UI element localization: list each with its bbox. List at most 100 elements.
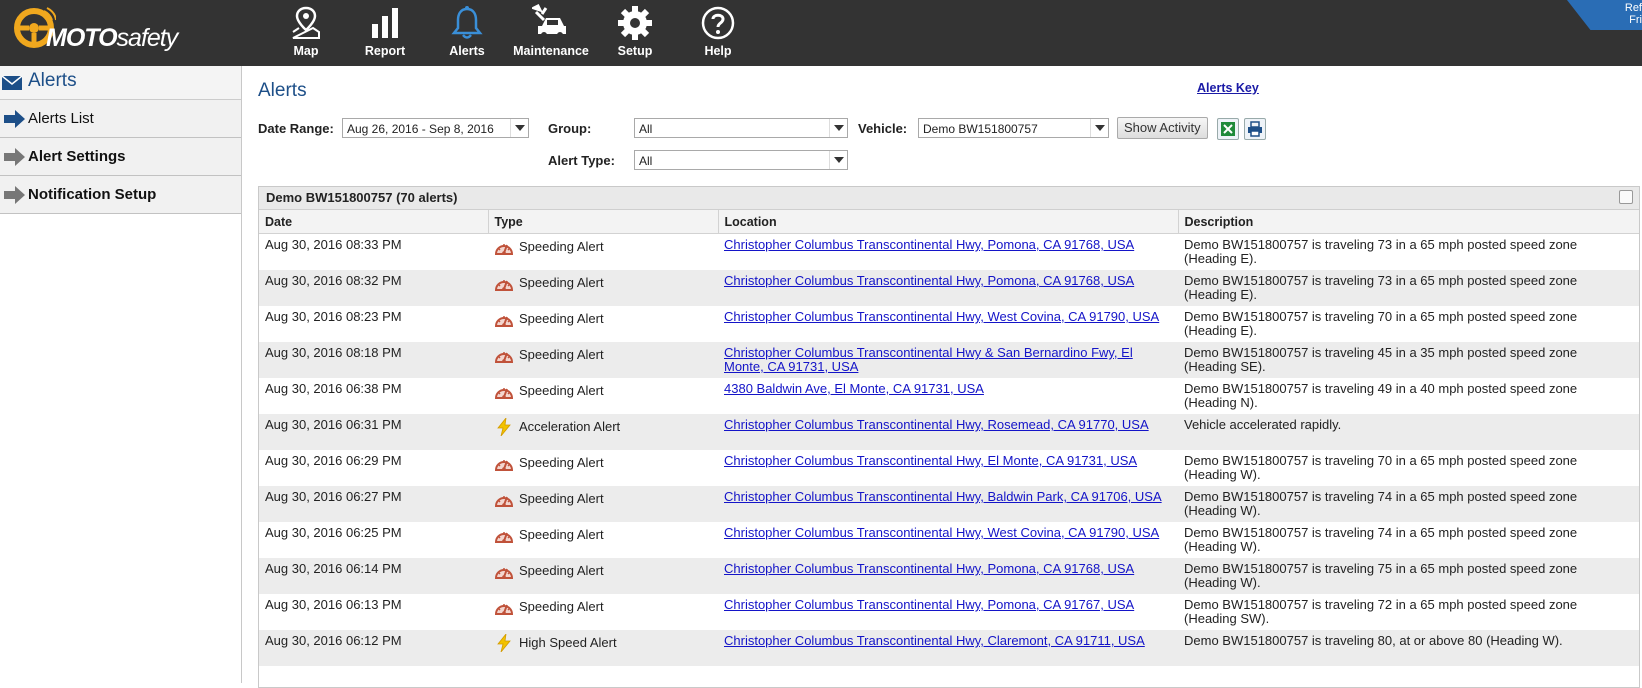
show-activity-button[interactable]: Show Activity (1117, 117, 1208, 139)
group-value: All (639, 122, 653, 136)
bell-icon (451, 6, 483, 39)
alert-location-link[interactable]: Christopher Columbus Transcontinental Hw… (724, 561, 1134, 576)
alert-location-link[interactable]: Christopher Columbus Transcontinental Hw… (724, 525, 1159, 540)
alert-date: Aug 30, 2016 08:32 PM (259, 270, 488, 306)
alert-description: Demo BW151800757 is traveling 80, at or … (1178, 630, 1639, 666)
table-row[interactable]: Aug 30, 2016 06:12 PM High Speed Alert Chr… (259, 630, 1639, 666)
alert-type: Speeding Alert (494, 490, 712, 508)
nav-label: Help (704, 44, 732, 58)
alert-location-link[interactable]: Christopher Columbus Transcontinental Hw… (724, 417, 1149, 432)
alert-location-link[interactable]: Christopher Columbus Transcontinental Hw… (724, 309, 1159, 324)
arrow-right-icon (4, 148, 25, 166)
alert-type-cell: Speeding Alert (488, 486, 718, 522)
alert-type-label: Speeding Alert (519, 347, 604, 362)
alerts-panel: Demo BW151800757 (70 alerts) Date Type L… (258, 186, 1640, 688)
table-row[interactable]: Aug 30, 2016 06:29 PM Speeding Alert Chris… (259, 450, 1639, 486)
alert-date: Aug 30, 2016 06:14 PM (259, 558, 488, 594)
table-row[interactable]: Aug 30, 2016 08:32 PM Speeding Alert Chris… (259, 270, 1639, 306)
nav-label: Alerts (449, 44, 485, 58)
alert-type-cell: Speeding Alert (488, 594, 718, 630)
speedometer-icon (494, 280, 514, 291)
car-wrench-icon (532, 4, 566, 38)
nav-map[interactable]: Map (264, 0, 348, 66)
sidebar-item-alert-settings[interactable]: Alert Settings (0, 138, 241, 176)
alert-type: Speeding Alert (494, 526, 712, 544)
column-header-description[interactable]: Description (1178, 210, 1639, 234)
nav-report[interactable]: Report (343, 0, 427, 66)
bar-chart-icon (372, 8, 398, 38)
sidebar-item-notification-setup[interactable]: Notification Setup (0, 176, 241, 214)
speedometer-icon (494, 244, 514, 255)
speedometer-icon (494, 316, 514, 327)
alert-date: Aug 30, 2016 06:27 PM (259, 486, 488, 522)
table-row[interactable]: Aug 30, 2016 08:18 PM Speeding Alert Chris… (259, 342, 1639, 378)
table-header-row: Date Type Location Description (259, 210, 1639, 234)
table-row[interactable]: Aug 30, 2016 06:31 PM Acceleration Alert C… (259, 414, 1639, 450)
arrow-right-icon (4, 110, 25, 128)
column-header-date[interactable]: Date (259, 210, 489, 234)
table-row[interactable]: Aug 30, 2016 08:23 PM Speeding Alert Chris… (259, 306, 1639, 342)
excel-export-button[interactable] (1217, 118, 1239, 140)
column-header-type[interactable]: Type (488, 210, 719, 234)
table-row[interactable]: Aug 30, 2016 08:33 PM Speeding Alert Chris… (259, 234, 1639, 271)
nav-help[interactable]: Help (676, 0, 760, 66)
alert-description: Demo BW151800757 is traveling 72 in a 65… (1184, 597, 1578, 626)
table-row[interactable]: Aug 30, 2016 06:38 PM Speeding Alert 4380 … (259, 378, 1639, 414)
alert-location-link[interactable]: Christopher Columbus Transcontinental Hw… (724, 633, 1145, 648)
alerts-key-link[interactable]: Alerts Key (1197, 81, 1259, 95)
alert-location-link[interactable]: 4380 Baldwin Ave, El Monte, CA 91731, US… (724, 381, 984, 396)
chevron-down-icon (829, 119, 847, 137)
print-button[interactable] (1244, 118, 1266, 140)
table-row[interactable]: Aug 30, 2016 06:25 PM Speeding Alert Chris… (259, 522, 1639, 558)
alert-location-link[interactable]: Christopher Columbus Transcontinental Hw… (724, 345, 1133, 374)
table-row[interactable]: Aug 30, 2016 06:13 PM Speeding Alert Chris… (259, 594, 1639, 630)
printer-icon (1248, 121, 1262, 137)
alert-type-select[interactable]: All (634, 150, 848, 170)
vehicle-select[interactable]: Demo BW151800757 (918, 118, 1109, 138)
alert-location-link[interactable]: Christopher Columbus Transcontinental Hw… (724, 597, 1134, 612)
alert-description: Demo BW151800757 is traveling 75 in a 65… (1178, 558, 1639, 594)
lightning-bolt-icon (497, 634, 511, 652)
alert-type: Speeding Alert (494, 274, 712, 292)
nav-setup[interactable]: Setup (593, 0, 677, 66)
alert-type-cell: Speeding Alert (488, 270, 718, 306)
alert-location-link[interactable]: Christopher Columbus Transcontinental Hw… (724, 453, 1137, 468)
alert-location-link[interactable]: Christopher Columbus Transcontinental Hw… (724, 237, 1134, 252)
gear-icon (618, 6, 652, 40)
table-row[interactable]: Aug 30, 2016 06:14 PM Speeding Alert Chris… (259, 558, 1639, 594)
group-select[interactable]: All (634, 118, 848, 138)
corner-banner[interactable]: Ref Fri (1567, 0, 1642, 30)
sidebar-title: Alerts (28, 70, 77, 91)
date-range-select[interactable]: Aug 26, 2016 - Sep 8, 2016 (342, 118, 529, 138)
column-header-location[interactable]: Location (718, 210, 1179, 234)
date-range-label: Date Range: (258, 121, 334, 136)
arrow-right-icon (4, 186, 25, 204)
nav-alerts[interactable]: Alerts (425, 0, 509, 66)
brand-name: MOTOsafety (46, 24, 178, 52)
lightning-bolt-icon (497, 418, 511, 436)
alert-location-link[interactable]: Christopher Columbus Transcontinental Hw… (724, 273, 1134, 288)
chevron-down-icon (1090, 119, 1108, 137)
date-range-value: Aug 26, 2016 - Sep 8, 2016 (347, 122, 494, 136)
alert-type-cell: Acceleration Alert (488, 414, 718, 450)
alert-location-cell: Christopher Columbus Transcontinental Hw… (718, 558, 1178, 594)
alert-date: Aug 30, 2016 06:29 PM (265, 453, 402, 468)
alert-type-label: Speeding Alert (519, 383, 604, 398)
alert-location-cell: Christopher Columbus Transcontinental Hw… (718, 414, 1178, 450)
sidebar-item-label: Notification Setup (28, 186, 157, 203)
alert-type-label: Alert Type: (548, 153, 615, 168)
vehicle-value: Demo BW151800757 (923, 122, 1038, 136)
alert-date: Aug 30, 2016 08:33 PM (265, 237, 402, 252)
alert-location-link[interactable]: Christopher Columbus Transcontinental Hw… (724, 489, 1162, 504)
alert-description: Demo BW151800757 is traveling 74 in a 65… (1184, 525, 1578, 554)
collapse-icon[interactable] (1619, 190, 1633, 204)
sidebar-item-alerts-list[interactable]: Alerts List (0, 100, 241, 138)
table-row[interactable]: Aug 30, 2016 06:27 PM Speeding Alert Chris… (259, 486, 1639, 522)
motosafety-logo[interactable]: MOTOsafety (8, 2, 198, 62)
alert-type-label: Speeding Alert (519, 599, 604, 614)
main-content: Alerts Alerts Key Date Range: Aug 26, 20… (242, 66, 1642, 688)
nav-maintenance[interactable]: Maintenance (509, 0, 593, 66)
alert-description: Vehicle accelerated rapidly. (1178, 414, 1639, 450)
map-pin-icon (292, 6, 320, 39)
sidebar-item-label: Alert Settings (28, 148, 126, 165)
